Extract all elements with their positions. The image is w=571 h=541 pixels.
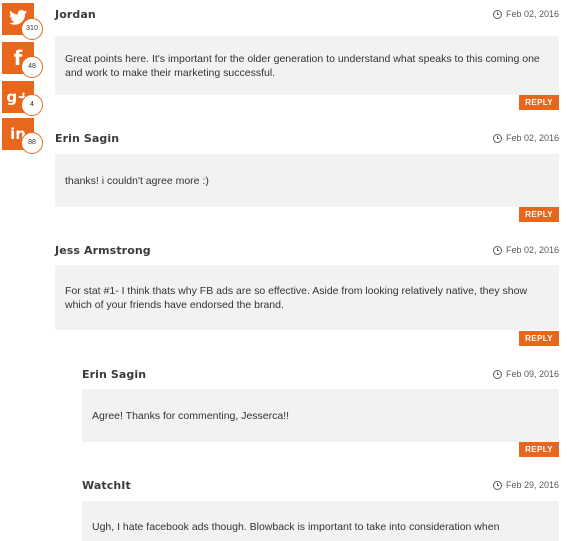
clock-icon — [492, 133, 502, 143]
comment-reply: WatchIt Feb 29, 2016 Ugh, I hate faceboo… — [82, 479, 559, 541]
comment-date: Feb 02, 2016 — [492, 9, 559, 19]
comment-reply: Erin Sagin Feb 09, 2016 Agree! Thanks fo… — [82, 368, 559, 458]
comment-date: Feb 29, 2016 — [492, 480, 559, 490]
comment: Erin Sagin Feb 02, 2016 thanks! i couldn… — [55, 132, 559, 222]
reply-button[interactable]: REPLY — [519, 207, 559, 222]
clock-icon — [492, 245, 502, 255]
comment-author[interactable]: Erin Sagin — [82, 368, 146, 381]
comment: Jordan Feb 02, 2016 Great points here. I… — [55, 8, 559, 110]
comment-body: Great points here. It's important for th… — [55, 36, 559, 95]
google-plus-share-count: 4 — [21, 94, 43, 116]
linkedin-share-count: 88 — [21, 132, 43, 154]
comment-body: thanks! i couldn't agree more :) — [55, 154, 559, 207]
comment-author[interactable]: WatchIt — [82, 479, 131, 492]
comment-body: Ugh, I hate facebook ads though. Blowbac… — [82, 501, 559, 541]
clock-icon — [492, 480, 502, 490]
comment-date: Feb 02, 2016 — [492, 245, 559, 255]
clock-icon — [492, 369, 502, 379]
comment-author[interactable]: Jordan — [55, 8, 96, 21]
comment-date: Feb 09, 2016 — [492, 369, 559, 379]
comment: Jess Armstrong Feb 02, 2016 For stat #1-… — [55, 244, 559, 346]
comment-body: Agree! Thanks for commenting, Jesserca!! — [82, 389, 559, 442]
reply-button[interactable]: REPLY — [519, 442, 559, 457]
twitter-share-count: 310 — [21, 18, 43, 40]
clock-icon — [492, 9, 502, 19]
comment-body: For stat #1- I think thats why FB ads ar… — [55, 265, 559, 330]
comment-author[interactable]: Jess Armstrong — [55, 244, 151, 257]
reply-button[interactable]: REPLY — [519, 331, 559, 346]
comment-author[interactable]: Erin Sagin — [55, 132, 119, 145]
facebook-share-count: 48 — [21, 56, 43, 78]
reply-button[interactable]: REPLY — [519, 95, 559, 110]
comment-date: Feb 02, 2016 — [492, 133, 559, 143]
